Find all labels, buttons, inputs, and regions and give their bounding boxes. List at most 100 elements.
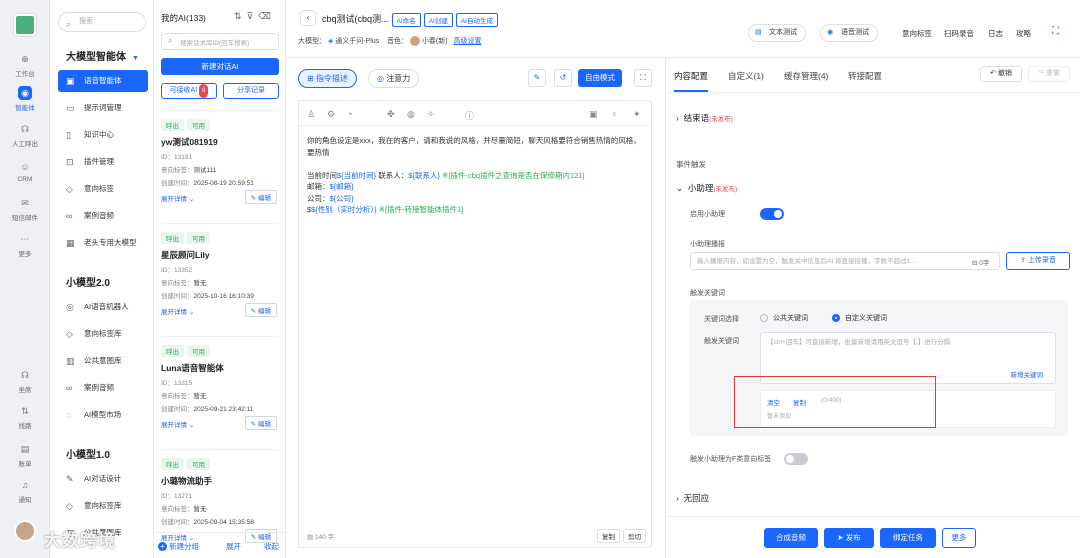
- audio-icon: ∞: [66, 211, 73, 221]
- end-section-header[interactable]: › 结束语(未发布): [676, 112, 733, 124]
- tab-attention[interactable]: ◎ 注意力: [368, 69, 420, 88]
- advanced-settings-link[interactable]: 高级设置: [453, 38, 481, 45]
- nav-intent-lib[interactable]: ◇ 意向标签库: [58, 323, 148, 345]
- agent-card[interactable]: 呼出 可用 小璐物流助手 ID：13271 意向标签：暂无 创建时间：2025-09-04…: [161, 449, 279, 545]
- f-tag-toggle[interactable]: [784, 453, 808, 465]
- share-record-button[interactable]: 分享记录: [223, 83, 279, 99]
- nav-ai-voice-robot[interactable]: ◎ AI语音机器人: [58, 296, 148, 318]
- back-button[interactable]: ‹: [300, 10, 316, 26]
- bulb-icon[interactable]: ♀: [611, 109, 618, 119]
- nav-plugin[interactable]: ⊡ 插件管理: [58, 151, 148, 173]
- plugin-icon[interactable]: ✤: [387, 109, 395, 120]
- trash-icon[interactable]: ⌫: [258, 11, 276, 21]
- text-test-button[interactable]: ▤ 文本测试: [748, 24, 806, 42]
- nav-voice-agent[interactable]: ▣ 语音智能体: [58, 70, 148, 92]
- expand-detail-link[interactable]: 展开详情 ⌄: [161, 422, 194, 429]
- sparkle-icon[interactable]: ✦: [633, 109, 641, 120]
- rail-more[interactable]: ⋯ 更多: [0, 232, 50, 258]
- rail-seat[interactable]: ☊ 坐席: [0, 368, 50, 394]
- receivable-ai-button[interactable]: 可接收AI 8: [161, 83, 217, 99]
- fullscreen-icon[interactable]: ⛶: [1052, 26, 1059, 37]
- knowledge-icon[interactable]: ◍: [407, 109, 415, 120]
- expand-detail-link[interactable]: 展开详情 ⌄: [161, 196, 194, 203]
- market-icon: ◌: [66, 410, 72, 420]
- new-agent-button[interactable]: 新建对话AI: [161, 58, 279, 75]
- expand-detail-link[interactable]: 展开详情 ⌄: [161, 309, 194, 316]
- add-keyword-link[interactable]: 新增关键词: [1011, 369, 1044, 379]
- chevron-down-icon: ⌄: [188, 422, 195, 429]
- enable-assistant-toggle[interactable]: [760, 208, 784, 220]
- info-icon[interactable]: ⓘ: [465, 109, 474, 122]
- rail-agent[interactable]: ◉ 智能体: [0, 86, 50, 112]
- public-keyword-radio[interactable]: 公共关键词: [760, 313, 808, 323]
- link-log[interactable]: 日志: [988, 28, 1003, 39]
- section-large-model[interactable]: 大模型智能体 ▼: [66, 48, 139, 63]
- broadcast-input[interactable]: 输入播报内容，如设置为空，触发关中信息后AI 将直接接播，字数不超过1...: [690, 252, 1000, 270]
- prompt-text[interactable]: 你的角色设定是xxx，我在的客户，请和我说的风格，并尽量简短，聊天风格要符合销售…: [307, 135, 643, 216]
- link-intent-tag[interactable]: 意向标签: [902, 28, 932, 39]
- variable-icon[interactable]: ⚙: [327, 109, 335, 120]
- expand-icon[interactable]: ⛶: [634, 69, 652, 87]
- rail-workbench[interactable]: ⊕ 工作台: [0, 52, 50, 78]
- synthesize-audio-button[interactable]: 合成音频: [764, 528, 818, 548]
- link-guide[interactable]: 攻略: [1016, 28, 1031, 39]
- upload-recording-button[interactable]: ⇪ 上传录音: [1006, 252, 1070, 270]
- agent-card[interactable]: 呼出 可用 Luna语音智能体 ID：13315 意向标签：暂无 创建时间：2025-09…: [161, 336, 279, 432]
- custom-keyword-radio[interactable]: 自定义关键词: [832, 313, 887, 323]
- copy-button[interactable]: 复制: [597, 529, 620, 543]
- tab-cache[interactable]: 缓存管理(4): [784, 70, 828, 82]
- nav-public-intent[interactable]: ▥ 公共意图库: [58, 350, 148, 372]
- rail-notice[interactable]: ♫ 通知: [0, 478, 50, 504]
- agent-card[interactable]: 呼出 可用 yw测试081919 ID：13191 意向标签：测试111 创建时间：202…: [161, 110, 279, 206]
- sidebar-search-input[interactable]: ⌕ 搜索: [58, 12, 146, 32]
- image-icon[interactable]: ▣: [589, 109, 598, 120]
- cut-button[interactable]: 剪切: [623, 529, 646, 543]
- edit-button[interactable]: ✎ 编辑: [244, 190, 277, 204]
- undo-button[interactable]: ↶ 撤销: [980, 66, 1022, 82]
- add-group-button[interactable]: + 新建分组: [158, 541, 199, 552]
- free-mode-button[interactable]: 自由模式: [578, 69, 622, 87]
- agent-card[interactable]: 呼出 可用 星辰顾问Lily ID：13352 意向标签：暂无 创建时间：2025-10-…: [161, 223, 279, 319]
- magic-icon[interactable]: ✧: [427, 109, 435, 120]
- rail-manual-call[interactable]: ☊ 人工呼出: [0, 122, 50, 148]
- edit-button[interactable]: ✎ 编辑: [244, 416, 277, 430]
- nav-intent-tag[interactable]: ◇ 意向标签: [58, 178, 148, 200]
- more-button[interactable]: 更多: [942, 528, 976, 548]
- tab-content-config[interactable]: 内容配置: [674, 70, 709, 92]
- prompt-editor[interactable]: ♙ ⚙ ◔ ✤ ◍ ✧ ⓘ ▣ ♀ ✦ 你的角色设定是xxx，我在的客户，请和我…: [298, 100, 652, 548]
- role-icon[interactable]: ♙: [307, 109, 315, 120]
- nav-case-audio[interactable]: ∞ 案例音频: [58, 205, 148, 227]
- no-reply-section-header[interactable]: › 无回应: [676, 492, 709, 504]
- pen-icon[interactable]: ✎: [528, 69, 546, 87]
- nav-ai-market[interactable]: ◌ AI模型市场: [58, 404, 148, 426]
- sort-icon[interactable]: ⇅: [234, 11, 247, 21]
- link-scan-record[interactable]: 扫码录音: [944, 28, 974, 39]
- edit-button[interactable]: ✎ 编辑: [244, 303, 277, 317]
- bind-task-button[interactable]: 绑定任务: [880, 528, 936, 548]
- app-logo[interactable]: [14, 14, 36, 36]
- user-avatar[interactable]: [14, 520, 36, 542]
- voice-test-button[interactable]: ◉ 语音测试: [820, 24, 878, 42]
- assistant-section-header[interactable]: ⌄ 小助理(未发布): [676, 182, 737, 194]
- expand-all-button[interactable]: 展开: [226, 541, 241, 552]
- nav-dialog-design[interactable]: ✎ AI对话设计: [58, 468, 148, 490]
- collapse-all-button[interactable]: 收起: [264, 541, 279, 552]
- history-icon[interactable]: ↺: [554, 69, 572, 87]
- nav-prompt-manage[interactable]: ▭ 提示词管理: [58, 97, 148, 119]
- filter-icon[interactable]: ⊽: [247, 11, 259, 21]
- list-search-input[interactable]: ⌕ 搜索话术库ID(回车搜索): [161, 33, 279, 50]
- tab-instruction[interactable]: ⊞ 指令描述: [298, 69, 357, 88]
- nav-knowledge[interactable]: ▯ 知识中心: [58, 124, 148, 146]
- rail-sms-mail[interactable]: ✉ 短信邮件: [0, 196, 50, 222]
- tab-custom[interactable]: 自定义(1): [728, 70, 764, 82]
- tab-transfer[interactable]: 转接配置: [848, 70, 882, 82]
- nav-old-model[interactable]: ▦ 老头专用大模型: [58, 232, 148, 254]
- nav-intent-lib-1[interactable]: ◇ 意向标签库: [58, 495, 148, 517]
- nav-case-audio-2[interactable]: ∞ 案例音频: [58, 377, 148, 399]
- rail-bill[interactable]: ▤ 账单: [0, 442, 50, 468]
- publish-button[interactable]: ➤ 发布: [824, 528, 874, 548]
- intent-icon[interactable]: ◔: [347, 109, 352, 119]
- rail-crm[interactable]: ☺ CRM: [0, 160, 50, 183]
- redo-button[interactable]: ↷ 重做: [1028, 66, 1070, 82]
- rail-line[interactable]: ⇅ 线路: [0, 404, 50, 430]
